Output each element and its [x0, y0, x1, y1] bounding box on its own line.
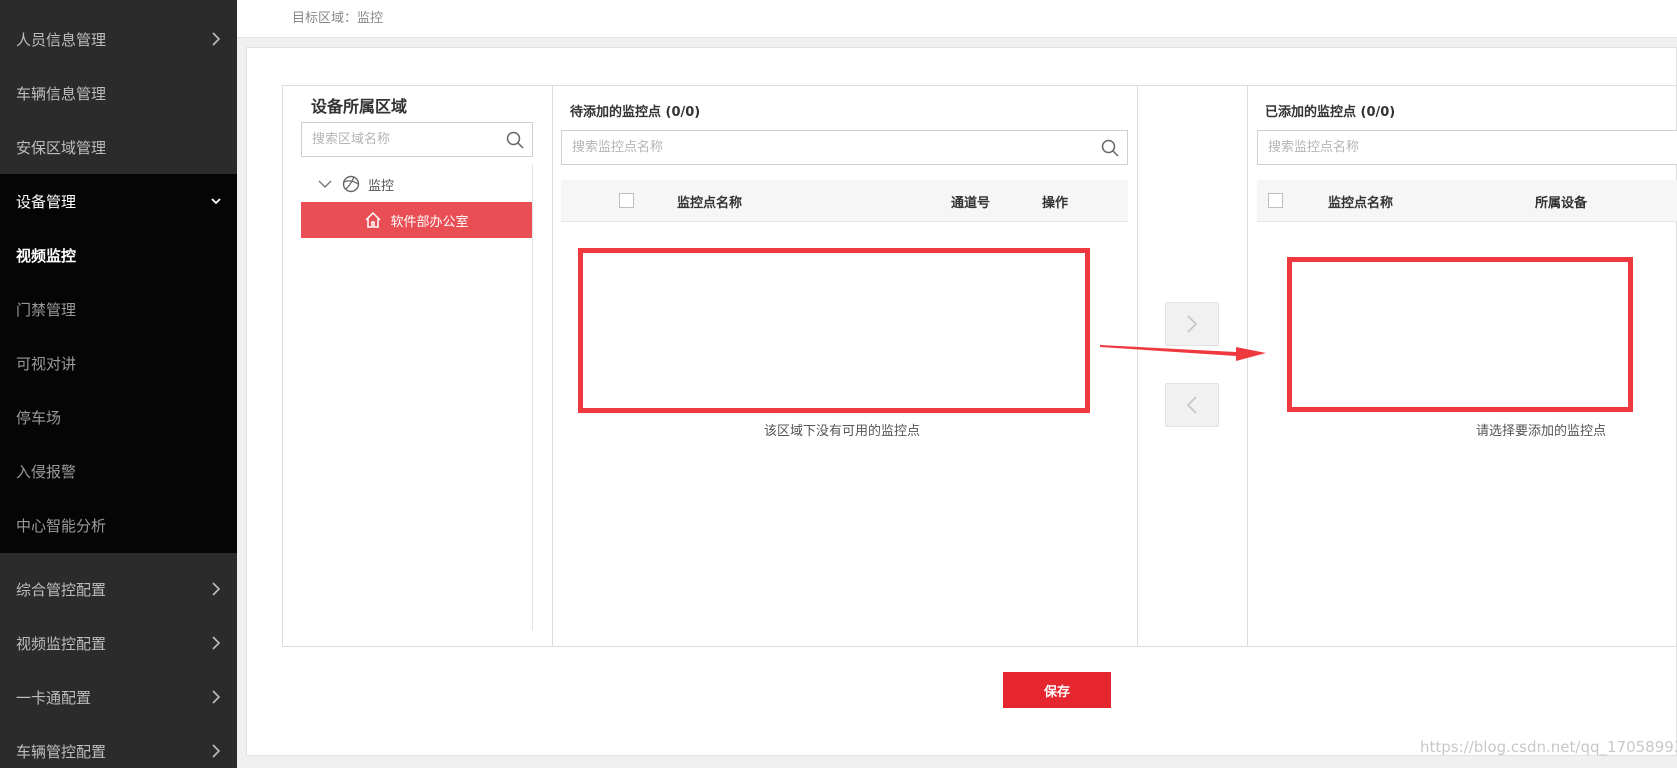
added-search-box — [1257, 130, 1677, 165]
sidebar-item-label: 视频监控 — [16, 246, 77, 265]
sidebar-item-vehicle-config[interactable]: 车辆管控配置 — [0, 724, 237, 768]
watermark: https://blog.csdn.net/qq_17058993 — [1420, 738, 1677, 756]
chevron-down-icon[interactable] — [318, 179, 332, 189]
select-all-checkbox[interactable] — [619, 193, 634, 208]
sidebar-item-intrusion-alarm[interactable]: 入侵报警 — [0, 444, 237, 498]
select-all-checkbox[interactable] — [1268, 193, 1283, 208]
tree-scrollbar-track — [532, 165, 533, 630]
added-panel-title: 已添加的监控点 (0/0) — [1265, 105, 1396, 120]
sidebar-item-video-intercom[interactable]: 可视对讲 — [0, 336, 237, 390]
tree-root-label: 监控 — [368, 178, 395, 194]
sidebar-item-label: 停车场 — [16, 408, 62, 427]
added-search-input[interactable] — [1258, 131, 1677, 164]
area-search-input[interactable] — [302, 123, 532, 156]
pending-search-box — [561, 130, 1128, 165]
chevron-right-icon — [212, 636, 221, 650]
sidebar-item-label: 入侵报警 — [16, 462, 77, 481]
sidebar-item-label: 可视对讲 — [16, 354, 77, 373]
sidebar-item-label: 一卡通配置 — [16, 688, 92, 707]
column-header: 监控点名称 — [1328, 196, 1394, 211]
chevron-down-icon — [211, 198, 221, 205]
sidebar-item-integrated-config[interactable]: 综合管控配置 — [0, 562, 237, 616]
chevron-left-icon — [1186, 396, 1197, 414]
sidebar: 人员信息管理 车辆信息管理 安保区域管理 设备管理 视频监控 门禁管理 可视对讲… — [0, 0, 237, 768]
area-tree-panel — [282, 85, 553, 647]
globe-icon — [342, 175, 360, 193]
chevron-right-icon — [212, 690, 221, 704]
tree-node-label: 软件部办公室 — [390, 214, 469, 230]
sidebar-item-access-control[interactable]: 门禁管理 — [0, 282, 237, 336]
sidebar-item-label: 安保区域管理 — [16, 138, 107, 157]
sidebar-item-label: 门禁管理 — [16, 300, 77, 319]
sidebar-item-label: 人员信息管理 — [16, 30, 107, 49]
column-header: 监控点名称 — [677, 196, 743, 211]
tree-root-node[interactable]: 监控 — [318, 173, 394, 195]
search-icon[interactable] — [506, 131, 524, 149]
sidebar-item-parking[interactable]: 停车场 — [0, 390, 237, 444]
column-header: 操作 — [1042, 196, 1069, 211]
pending-empty-message: 该区域下没有可用的监控点 — [764, 424, 921, 439]
pending-search-input[interactable] — [562, 131, 1127, 164]
annotation-arrow-icon — [1100, 345, 1266, 361]
tree-node-selected[interactable]: 软件部办公室 — [301, 202, 532, 238]
chevron-right-icon — [212, 744, 221, 758]
sidebar-item-smart-analysis[interactable]: 中心智能分析 — [0, 498, 237, 552]
sidebar-item-card-config[interactable]: 一卡通配置 — [0, 670, 237, 724]
chevron-right-icon — [1187, 315, 1198, 333]
save-button[interactable]: 保存 — [1003, 672, 1111, 708]
pending-panel-title: 待添加的监控点 (0/0) — [570, 105, 701, 120]
sidebar-item-label: 中心智能分析 — [16, 516, 107, 535]
sidebar-item-personnel[interactable]: 人员信息管理 — [0, 12, 237, 66]
column-header: 通道号 — [951, 196, 991, 211]
sidebar-item-video-config[interactable]: 视频监控配置 — [0, 616, 237, 670]
column-header: 所属设备 — [1535, 196, 1588, 211]
area-search-box — [301, 122, 533, 157]
sidebar-item-label: 车辆管控配置 — [16, 742, 107, 761]
sidebar-item-label: 视频监控配置 — [16, 634, 107, 653]
move-left-button[interactable] — [1165, 383, 1219, 427]
added-table-header: 监控点名称 所属设备 — [1257, 180, 1677, 222]
area-panel-title: 设备所属区域 — [311, 97, 408, 116]
sidebar-item-label: 设备管理 — [16, 192, 77, 211]
added-empty-message: 请选择要添加的监控点 — [1476, 424, 1607, 439]
top-bar: 目标区域：监控 — [237, 0, 1677, 38]
sidebar-item-device-management[interactable]: 设备管理 — [0, 174, 237, 228]
search-icon[interactable] — [1101, 139, 1119, 157]
chevron-right-icon — [212, 32, 221, 46]
annotation-highlight-box — [1287, 257, 1633, 412]
sidebar-item-security-area[interactable]: 安保区域管理 — [0, 120, 237, 174]
chevron-right-icon — [212, 582, 221, 596]
sidebar-item-vehicle-info[interactable]: 车辆信息管理 — [0, 66, 237, 120]
sidebar-item-label: 综合管控配置 — [16, 580, 107, 599]
home-icon — [365, 211, 382, 228]
annotation-highlight-box — [578, 248, 1090, 413]
sidebar-item-label: 车辆信息管理 — [16, 84, 107, 103]
sidebar-item-video-monitoring[interactable]: 视频监控 — [0, 228, 237, 282]
pending-table-header: 监控点名称 通道号 操作 — [561, 180, 1128, 222]
target-area-label: 目标区域：监控 — [292, 11, 384, 26]
